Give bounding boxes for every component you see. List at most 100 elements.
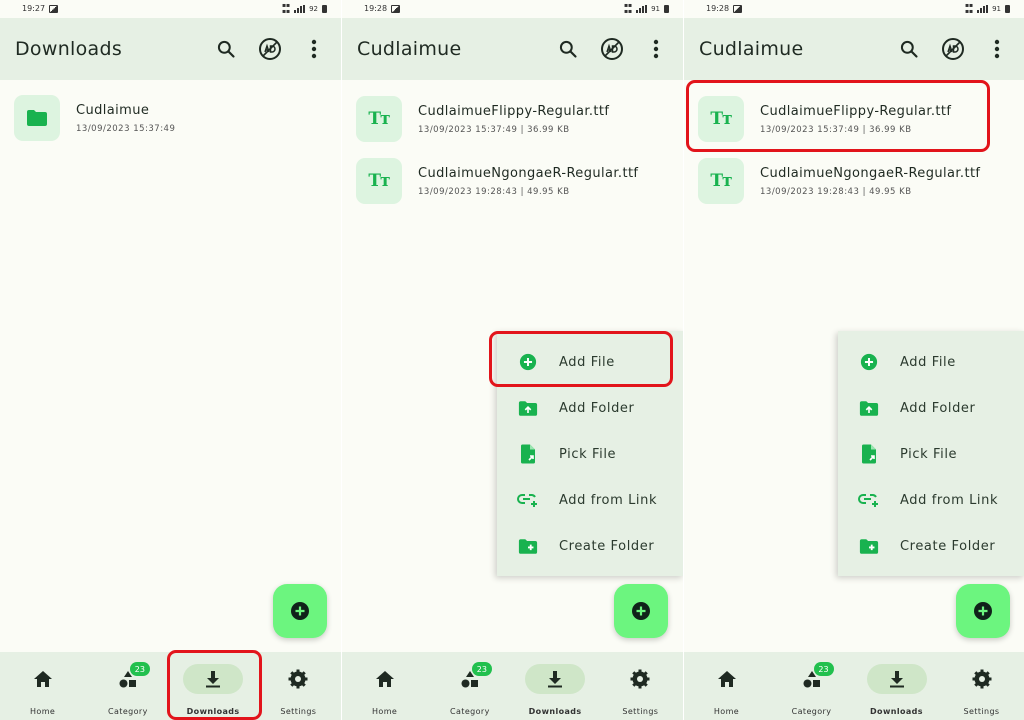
file-list: Tт CudlaimueFlippy-Regular.ttf 13/09/202…	[342, 88, 683, 212]
link-add-icon	[517, 494, 537, 507]
search-icon[interactable]	[896, 36, 922, 62]
add-fab-button[interactable]	[273, 584, 327, 638]
category-badge: 23	[813, 662, 834, 676]
folder-upload-icon	[518, 400, 538, 416]
status-bar: 19:28 ▪▪ ▪▪ 91	[684, 0, 1024, 17]
image-notification-icon	[49, 4, 59, 13]
status-time: 19:28	[706, 4, 730, 13]
page-title: Cudlaimue	[699, 38, 804, 60]
download-icon	[548, 671, 563, 688]
menu-item-add-from-link[interactable]: Add from Link	[497, 477, 683, 523]
battery-icon	[322, 4, 327, 13]
nav-home[interactable]: Home	[684, 652, 769, 720]
add-circle-icon	[632, 602, 650, 620]
search-icon[interactable]	[555, 36, 581, 62]
nav-category[interactable]: 23 Category	[85, 652, 170, 720]
more-options-icon[interactable]	[301, 36, 327, 62]
nav-category[interactable]: 23 Category	[769, 652, 854, 720]
folder-upload-icon	[859, 400, 879, 416]
folder-add-icon	[518, 538, 538, 554]
menu-item-add-folder[interactable]: Add Folder	[497, 385, 683, 431]
status-bar: 19:27 ▪▪ ▪▪ 92	[0, 0, 341, 17]
font-file-icon: Tт	[368, 109, 390, 129]
add-fab-button[interactable]	[956, 584, 1010, 638]
home-icon	[375, 671, 394, 687]
link-add-icon	[858, 494, 878, 507]
menu-item-add-from-link[interactable]: Add from Link	[838, 477, 1024, 523]
nav-settings[interactable]: Settings	[598, 652, 683, 720]
nav-category[interactable]: 23 Category	[427, 652, 512, 720]
list-item[interactable]: Tт CudlaimueFlippy-Regular.ttf 13/09/202…	[342, 88, 683, 150]
nav-label: Category	[108, 707, 148, 716]
list-item[interactable]: Tт CudlaimueNgongaeR-Regular.ttf 13/09/2…	[342, 150, 683, 212]
nav-downloads[interactable]: Downloads	[854, 652, 939, 720]
item-meta: 13/09/2023 19:28:43 | 49.95 KB	[418, 186, 570, 197]
menu-item-add-file[interactable]: Add File	[497, 339, 683, 385]
gear-icon	[630, 669, 650, 689]
remove-ads-icon[interactable]	[257, 36, 283, 62]
list-item[interactable]: Tт CudlaimueFlippy-Regular.ttf 13/09/202…	[684, 88, 1024, 150]
font-file-icon: Tт	[710, 109, 732, 129]
file-list: Tт CudlaimueFlippy-Regular.ttf 13/09/202…	[684, 88, 1024, 212]
nav-label: Downloads	[528, 707, 582, 716]
menu-item-pick-file[interactable]: Pick File	[838, 431, 1024, 477]
nav-settings[interactable]: Settings	[939, 652, 1024, 720]
add-circle-icon	[974, 602, 992, 620]
fab-menu: Add File Add Folder Pick File Add from L…	[838, 331, 1024, 576]
nav-downloads[interactable]: Downloads	[171, 652, 256, 720]
home-icon	[33, 671, 52, 687]
nav-label: Downloads	[870, 707, 923, 716]
more-options-icon[interactable]	[984, 36, 1010, 62]
folder-add-icon	[859, 538, 879, 554]
item-name: CudlaimueFlippy-Regular.ttf	[418, 103, 610, 119]
menu-item-create-folder[interactable]: Create Folder	[497, 523, 683, 569]
signal-icon	[977, 4, 989, 13]
add-circle-icon	[519, 353, 537, 371]
bottom-nav: Home 23 Category Downloads Settings	[0, 652, 341, 720]
nav-label: Settings	[963, 707, 1000, 716]
menu-item-add-folder[interactable]: Add Folder	[838, 385, 1024, 431]
item-name: CudlaimueFlippy-Regular.ttf	[760, 103, 952, 119]
status-time: 19:28	[364, 4, 388, 13]
image-notification-icon	[733, 4, 743, 13]
nav-downloads[interactable]: Downloads	[513, 652, 598, 720]
network-icon: ▪▪ ▪▪	[623, 1, 633, 15]
battery-level: 91	[651, 4, 660, 13]
download-icon	[889, 671, 904, 688]
search-icon[interactable]	[213, 36, 239, 62]
signal-icon	[294, 4, 306, 13]
bottom-nav: Home 23 Category Downloads Settings	[342, 652, 683, 720]
folder-list: Cudlaimue 13/09/2023 15:37:49	[0, 87, 341, 149]
nav-label: Home	[372, 707, 398, 716]
battery-level: 92	[309, 4, 318, 13]
menu-item-pick-file[interactable]: Pick File	[497, 431, 683, 477]
home-icon	[717, 671, 736, 687]
font-file-icon: Tт	[710, 171, 732, 191]
status-time: 19:27	[22, 4, 46, 13]
nav-label: Settings	[622, 707, 659, 716]
nav-label: Category	[450, 707, 490, 716]
nav-label: Downloads	[186, 707, 240, 716]
file-pick-icon	[521, 444, 535, 464]
signal-icon	[636, 4, 648, 13]
remove-ads-icon[interactable]	[940, 36, 966, 62]
remove-ads-icon[interactable]	[599, 36, 625, 62]
nav-home[interactable]: Home	[0, 652, 85, 720]
nav-settings[interactable]: Settings	[256, 652, 341, 720]
item-meta: 13/09/2023 15:37:49 | 36.99 KB	[760, 124, 912, 135]
nav-home[interactable]: Home	[342, 652, 427, 720]
screen-downloads: 19:27 ▪▪ ▪▪ 92 Downloads Cudlaimue 13/09…	[0, 0, 341, 720]
add-fab-button[interactable]	[614, 584, 668, 638]
app-bar: Cudlaimue	[684, 18, 1024, 80]
app-bar: Cudlaimue	[342, 18, 683, 80]
list-item[interactable]: Cudlaimue 13/09/2023 15:37:49	[0, 87, 341, 149]
add-circle-icon	[291, 602, 309, 620]
nav-label: Category	[791, 707, 832, 716]
menu-item-create-folder[interactable]: Create Folder	[838, 523, 1024, 569]
menu-item-add-file[interactable]: Add File	[838, 339, 1024, 385]
battery-icon	[1005, 4, 1010, 13]
more-options-icon[interactable]	[643, 36, 669, 62]
list-item[interactable]: Tт CudlaimueNgongaeR-Regular.ttf 13/09/2…	[684, 150, 1024, 212]
nav-label: Settings	[280, 707, 317, 716]
folder-icon	[27, 110, 47, 126]
